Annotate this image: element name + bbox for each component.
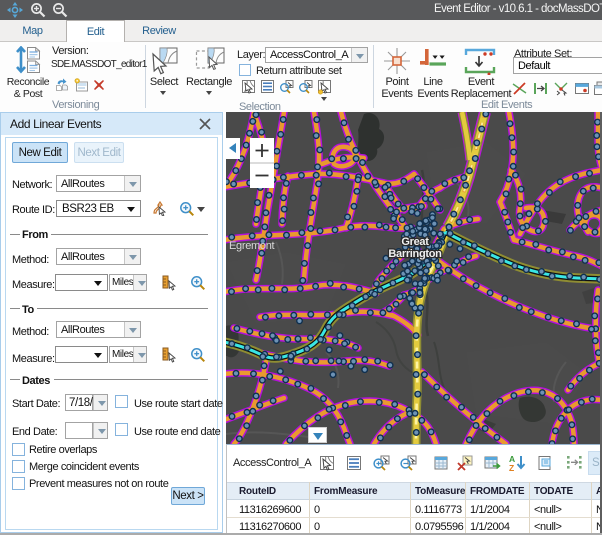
svg-text:Z: Z xyxy=(509,463,514,472)
svg-text:Egremont: Egremont xyxy=(229,240,275,252)
svg-text:Barrington: Barrington xyxy=(388,248,442,260)
svg-text:Great: Great xyxy=(401,236,429,248)
